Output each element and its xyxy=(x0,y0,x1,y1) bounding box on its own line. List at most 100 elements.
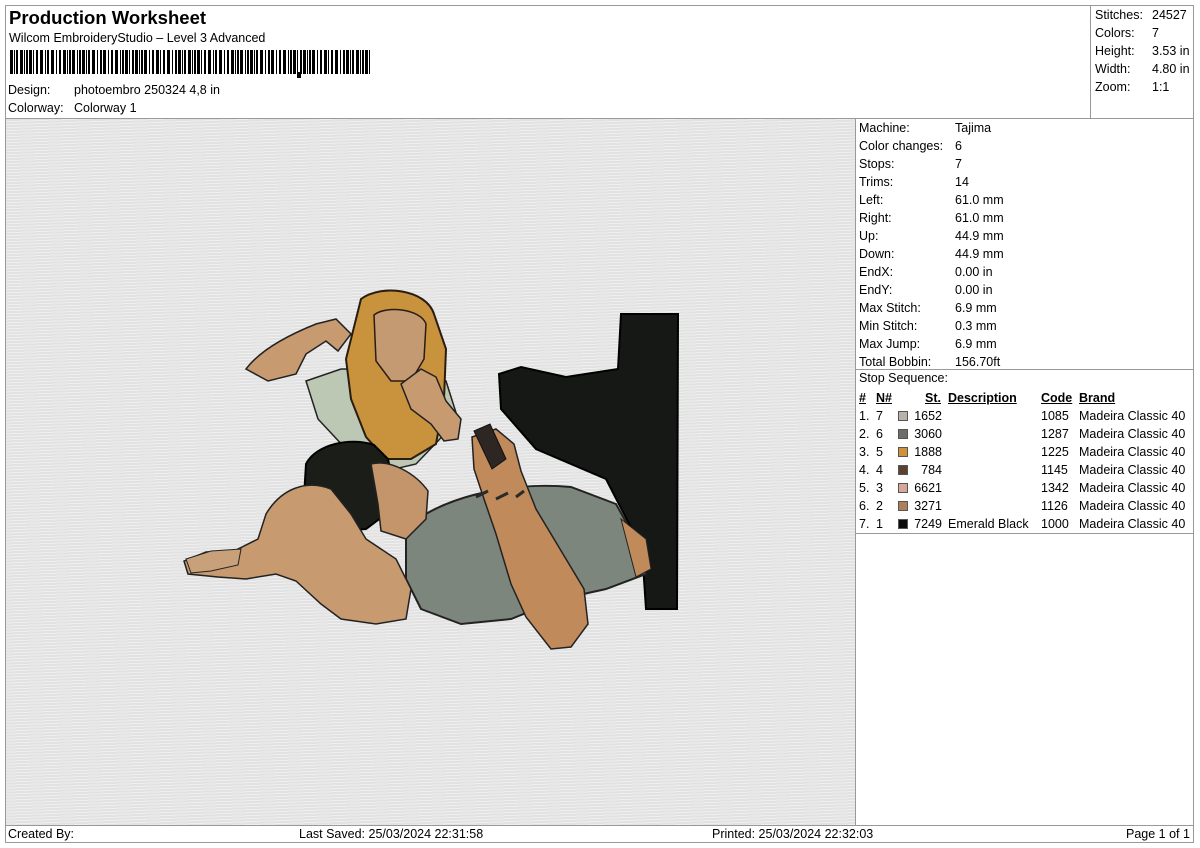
machine-value: 6.9 mm xyxy=(955,337,997,351)
machine-label: Total Bobbin: xyxy=(859,355,932,369)
col-header-index: # xyxy=(859,391,866,405)
row-needle: 6 xyxy=(876,427,883,441)
row-needle: 1 xyxy=(876,517,883,531)
col-header-needle: N# xyxy=(876,391,892,405)
machine-value: 44.9 mm xyxy=(955,229,1004,243)
created-by: Created By: xyxy=(8,827,75,841)
design-preview-canvas xyxy=(6,119,855,825)
colorway-label: Colorway: xyxy=(8,101,64,115)
row-description: Emerald Black xyxy=(948,517,1029,531)
machine-row: EndX: 0.00 in xyxy=(859,263,1189,281)
table-row: 6. 2 3271 1126 Madeira Classic 40 xyxy=(859,497,1194,515)
machine-label: Max Jump: xyxy=(859,337,921,351)
row-code: 1085 xyxy=(1041,409,1069,423)
machine-label: Max Stitch: xyxy=(859,301,921,315)
footer-divider xyxy=(5,825,1194,826)
machine-row: Right: 61.0 mm xyxy=(859,209,1189,227)
printed-date: Printed: 25/03/2024 22:32:03 xyxy=(712,827,874,841)
col-header-code: Code xyxy=(1041,391,1073,405)
row-index: 7. xyxy=(859,517,870,531)
stat-row: Width: 4.80 in xyxy=(1095,60,1195,78)
machine-value: Tajima xyxy=(955,121,992,135)
colorway-value: Colorway 1 xyxy=(74,101,137,115)
row-stitches: 6621 xyxy=(914,481,942,495)
machine-row: Left: 61.0 mm xyxy=(859,191,1189,209)
last-saved: Last Saved: 25/03/2024 22:31:58 xyxy=(299,827,484,841)
machine-row: Trims: 14 xyxy=(859,173,1189,191)
machine-value: 0.00 in xyxy=(955,265,993,279)
barcode-image xyxy=(10,50,370,78)
design-stats: Stitches: 24527 Colors: 7 Height: 3.53 in W… xyxy=(1095,6,1195,96)
stat-label: Width: xyxy=(1095,62,1131,76)
color-swatch xyxy=(898,519,908,529)
row-code: 1342 xyxy=(1041,481,1069,495)
table-row: 7. 1 7249 Emerald Black 1000 Madeira Classic … xyxy=(859,515,1194,533)
machine-label: Right: xyxy=(859,211,892,225)
machine-row: Max Stitch: 6.9 mm xyxy=(859,299,1189,317)
machine-row: Min Stitch: 0.3 mm xyxy=(859,317,1189,335)
machine-label: Min Stitch: xyxy=(859,319,918,333)
row-index: 6. xyxy=(859,499,870,513)
row-stitches: 7249 xyxy=(914,517,942,531)
design-value: photoembro 250324 4,8 in xyxy=(74,83,220,97)
machine-label: Stops: xyxy=(859,157,895,171)
table-row: 2. 6 3060 1287 Madeira Classic 40 xyxy=(859,425,1194,443)
row-brand: Madeira Classic 40 xyxy=(1079,427,1186,441)
row-code: 1145 xyxy=(1041,463,1068,477)
row-brand: Madeira Classic 40 xyxy=(1079,499,1186,513)
machine-value: 61.0 mm xyxy=(955,193,1004,207)
stop-rows: 1. 7 1652 1085 Madeira Classic 40 2. 6 3060 1287… xyxy=(859,407,1194,533)
stat-row: Height: 3.53 in xyxy=(1095,42,1195,60)
machine-value: 44.9 mm xyxy=(955,247,1004,261)
design-label: Design: xyxy=(8,83,51,97)
machine-value: 156.70ft xyxy=(955,355,1001,369)
machine-row: Max Jump: 6.9 mm xyxy=(859,335,1189,353)
stat-value: 24527 xyxy=(1152,8,1187,22)
row-code: 1126 xyxy=(1041,499,1068,513)
machine-row: EndY: 0.00 in xyxy=(859,281,1189,299)
machine-value: 61.0 mm xyxy=(955,211,1004,225)
col-header-brand: Brand xyxy=(1079,391,1116,405)
machine-row: Color changes: 6 xyxy=(859,137,1189,155)
software-name: Wilcom EmbroideryStudio – Level 3 Advanc… xyxy=(9,31,266,45)
table-row: 5. 3 6621 1342 Madeira Classic 40 xyxy=(859,479,1194,497)
color-swatch xyxy=(898,465,908,475)
row-needle: 2 xyxy=(876,499,883,513)
machine-value: 0.3 mm xyxy=(955,319,997,333)
stat-label: Colors: xyxy=(1095,26,1135,40)
stop-sequence-table: # N# St. Description Code Brand 1. 7 1652 1… xyxy=(859,389,1194,533)
machine-info: Machine: Tajima Color changes: 6 Stops: 7 T… xyxy=(859,119,1189,371)
machine-label: Machine: xyxy=(859,121,910,135)
row-stitches: 3271 xyxy=(914,499,942,513)
color-swatch xyxy=(898,411,908,421)
col-header-description: Description xyxy=(948,391,1017,405)
stat-value: 7 xyxy=(1152,26,1159,40)
row-code: 1225 xyxy=(1041,445,1069,459)
row-brand: Madeira Classic 40 xyxy=(1079,445,1186,459)
color-swatch xyxy=(898,501,908,511)
page-number: Page 1 of 1 xyxy=(1126,827,1190,841)
stat-label: Stitches: xyxy=(1095,8,1143,22)
machine-label: Up: xyxy=(859,229,879,243)
row-stitches: 1888 xyxy=(914,445,942,459)
stats-divider xyxy=(1090,5,1091,118)
stat-row: Stitches: 24527 xyxy=(1095,6,1195,24)
row-code: 1287 xyxy=(1041,427,1069,441)
machine-label: Down: xyxy=(859,247,895,261)
color-swatch xyxy=(898,429,908,439)
page-title: Production Worksheet xyxy=(9,7,207,28)
stat-value: 3.53 in xyxy=(1152,44,1190,58)
machine-label: EndX: xyxy=(859,265,894,279)
color-swatch xyxy=(898,483,908,493)
table-row: 3. 5 1888 1225 Madeira Classic 40 xyxy=(859,443,1194,461)
row-brand: Madeira Classic 40 xyxy=(1079,481,1186,495)
col-header-stitches: St. xyxy=(925,391,941,405)
stat-value: 1:1 xyxy=(1152,80,1170,94)
table-row: 1. 7 1652 1085 Madeira Classic 40 xyxy=(859,407,1194,425)
machine-row: Total Bobbin: 156.70ft xyxy=(859,353,1189,371)
row-index: 3. xyxy=(859,445,870,459)
row-stitches: 3060 xyxy=(914,427,942,441)
row-index: 5. xyxy=(859,481,870,495)
stat-row: Zoom: 1:1 xyxy=(1095,78,1195,96)
row-brand: Madeira Classic 40 xyxy=(1079,517,1186,531)
